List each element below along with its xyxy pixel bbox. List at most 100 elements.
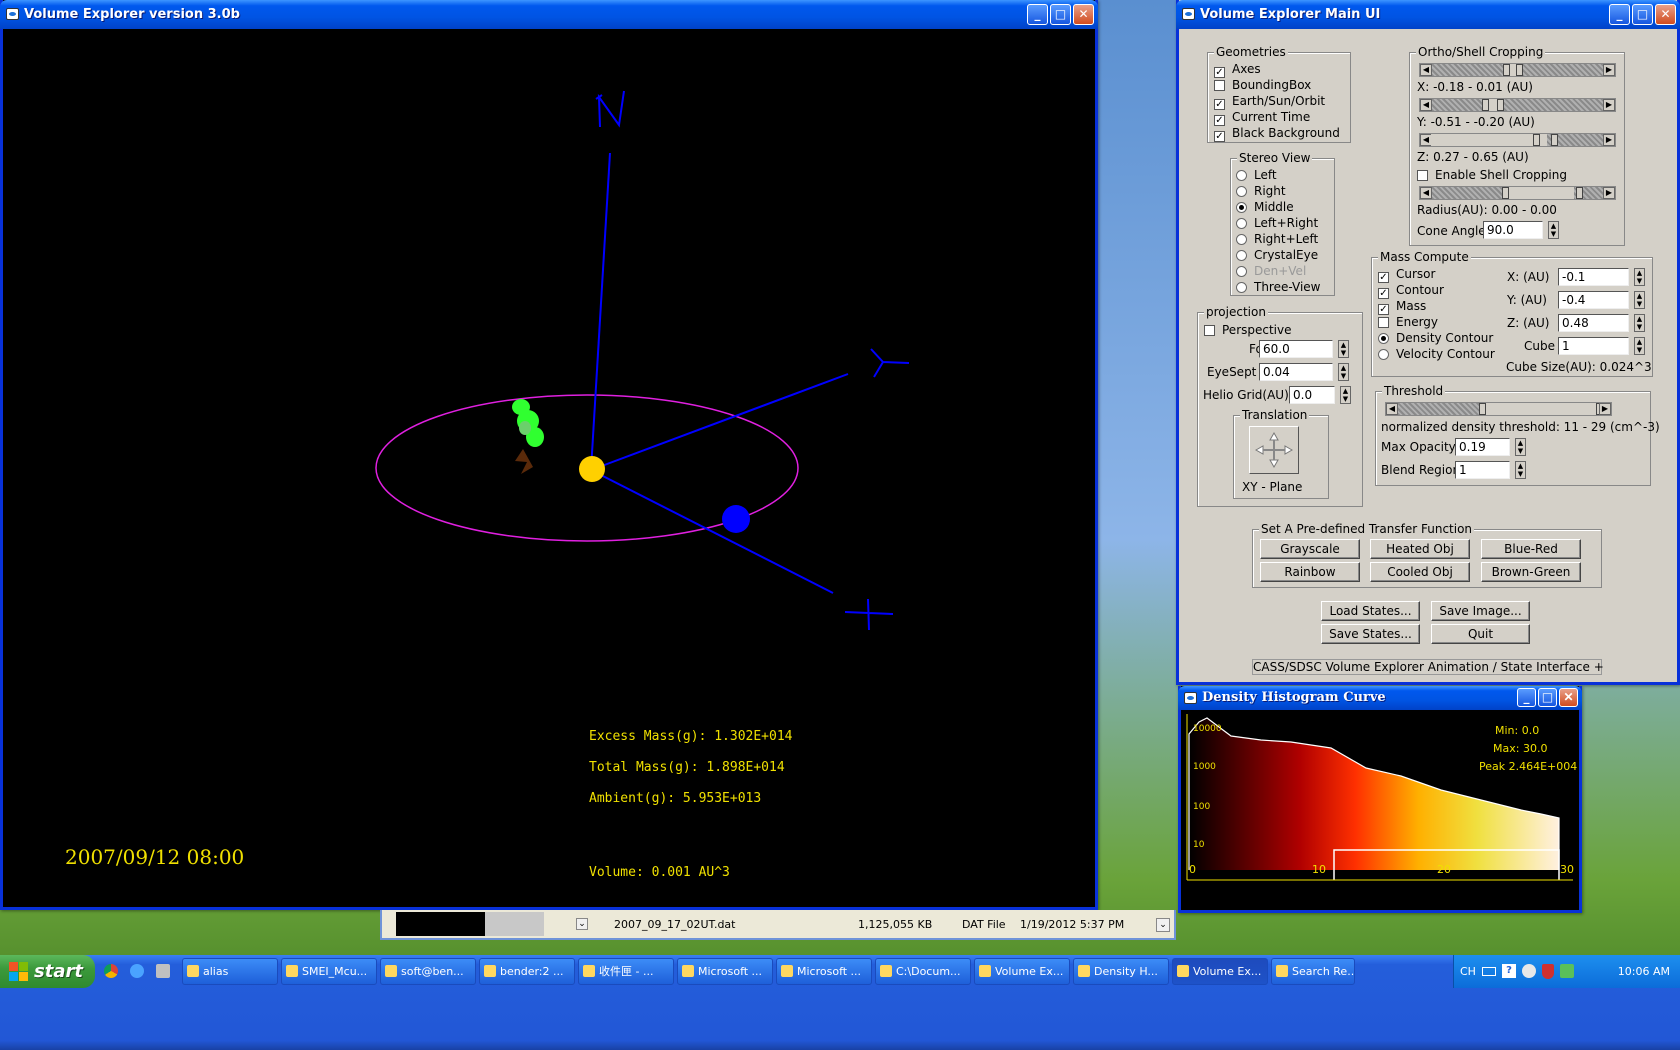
rainbow-button[interactable]: Rainbow: [1260, 562, 1360, 582]
contour-checkbox[interactable]: ✓ Contour: [1378, 283, 1444, 299]
task-button[interactable]: bender:2 ...: [479, 958, 575, 985]
heated-obj-button[interactable]: Heated Obj: [1370, 539, 1470, 559]
cone-angle-input[interactable]: 90.0: [1483, 221, 1543, 239]
enable-shell-cropping-checkbox[interactable]: Enable Shell Cropping: [1417, 168, 1567, 182]
task-button[interactable]: Density H...: [1073, 958, 1169, 985]
save-image-button[interactable]: Save Image...: [1431, 601, 1530, 621]
x-coord-spinner[interactable]: ▲ ▼: [1634, 268, 1645, 286]
density-contour-radio[interactable]: Density Contour: [1378, 331, 1493, 345]
y-coord-input[interactable]: -0.4: [1558, 291, 1629, 309]
task-button[interactable]: soft@ben...: [380, 958, 476, 985]
file-name[interactable]: 2007_09_17_02UT.dat: [614, 918, 735, 931]
tray-app-icon[interactable]: [1522, 964, 1536, 978]
file-size: 1,125,055 KB: [858, 918, 933, 931]
clock[interactable]: 10:06 AM: [1618, 955, 1670, 988]
ambient-readout: Ambient(g): 5.953E+013: [589, 791, 762, 806]
perspective-checkbox[interactable]: Perspective: [1204, 323, 1292, 337]
task-button[interactable]: SMEI_Mcu...: [281, 958, 377, 985]
maximize-button[interactable]: □: [1050, 4, 1071, 25]
black-background-checkbox[interactable]: ✓ Black Background: [1214, 126, 1340, 142]
language-indicator[interactable]: CH: [1460, 955, 1476, 988]
task-button[interactable]: Volume Ex...: [974, 958, 1070, 985]
eyesept-spinner[interactable]: ▲ ▼: [1338, 363, 1349, 381]
task-button[interactable]: alias: [182, 958, 278, 985]
main-ui-titlebar[interactable]: Volume Explorer Main UI _ □ ✕: [1176, 0, 1680, 29]
render-canvas[interactable]: Excess Mass(g): 1.302E+014 Total Mass(g)…: [3, 29, 1095, 907]
threshold-slider[interactable]: ◀ ▶: [1385, 402, 1612, 416]
histogram-titlebar[interactable]: Density Histogram Curve _ □ ✕: [1178, 686, 1582, 710]
blend-region-input[interactable]: 1: [1455, 461, 1510, 479]
energy-checkbox[interactable]: Energy: [1378, 315, 1438, 329]
close-button[interactable]: ✕: [1073, 4, 1094, 25]
stereo-three-view-radio[interactable]: Three-View: [1236, 280, 1320, 294]
stereo-left-radio[interactable]: Left: [1236, 168, 1277, 182]
radius-slider[interactable]: ◀ ▶: [1419, 186, 1616, 200]
scroll-down-button[interactable]: ⌄: [1156, 918, 1170, 932]
security-shield-icon[interactable]: [1542, 964, 1554, 979]
close-button[interactable]: ✕: [1559, 688, 1578, 707]
minimize-button[interactable]: _: [1517, 688, 1536, 707]
help-icon[interactable]: ?: [1502, 964, 1516, 978]
x-range-slider[interactable]: ◀ ▶: [1419, 63, 1616, 77]
helio-grid-input[interactable]: 0.0: [1289, 386, 1335, 404]
cube-spinner[interactable]: ▲ ▼: [1634, 337, 1645, 355]
save-states-button[interactable]: Save States...: [1321, 624, 1420, 644]
z-range-slider[interactable]: ◀ ▶: [1419, 133, 1616, 147]
load-states-button[interactable]: Load States...: [1321, 601, 1420, 621]
quit-button[interactable]: Quit: [1431, 624, 1530, 644]
current-time-checkbox[interactable]: ✓ Current Time: [1214, 110, 1310, 126]
animation-interface-bar[interactable]: CASS/SDSC Volume Explorer Animation / St…: [1252, 659, 1604, 675]
start-button[interactable]: start: [0, 955, 95, 988]
brown-green-button[interactable]: Brown-Green: [1481, 562, 1581, 582]
stereo-crystaleye-radio[interactable]: CrystalEye: [1236, 248, 1318, 262]
row-chevron[interactable]: ⌄: [576, 918, 588, 930]
cube-input[interactable]: 1: [1558, 337, 1629, 355]
task-button[interactable]: C:\Docum...: [875, 958, 971, 985]
axes-checkbox[interactable]: ✓ Axes: [1214, 62, 1261, 78]
tool-quicklaunch-icon[interactable]: [156, 964, 170, 978]
keyboard-icon[interactable]: [1482, 967, 1496, 976]
stereo-right-left-radio[interactable]: Right+Left: [1236, 232, 1318, 246]
max-opacity-input[interactable]: 0.19: [1455, 438, 1510, 456]
minimize-button[interactable]: _: [1609, 4, 1630, 25]
chrome-quicklaunch-icon[interactable]: [104, 964, 118, 978]
blend-region-spinner[interactable]: ▲ ▼: [1515, 461, 1526, 479]
earth-sun-orbit-checkbox[interactable]: ✓ Earth/Sun/Orbit: [1214, 94, 1325, 110]
blue-red-button[interactable]: Blue-Red: [1481, 539, 1581, 559]
close-button[interactable]: ✕: [1655, 4, 1676, 25]
histogram-canvas[interactable]: 10000 1000 100 10 0 10 20 30 Min: 0.0 Ma…: [1181, 710, 1579, 910]
eyesept-input[interactable]: 0.04: [1259, 363, 1333, 381]
task-button[interactable]: Microsoft ...: [776, 958, 872, 985]
helio-grid-spinner[interactable]: ▲ ▼: [1340, 386, 1351, 404]
fov-input[interactable]: 60.0: [1259, 340, 1333, 358]
plane-label: XY - Plane: [1242, 480, 1303, 494]
max-opacity-spinner[interactable]: ▲ ▼: [1515, 438, 1526, 456]
y-range-slider[interactable]: ◀ ▶: [1419, 98, 1616, 112]
viewer-titlebar[interactable]: Volume Explorer version 3.0b _ □ ✕: [0, 0, 1098, 29]
stereo-right-radio[interactable]: Right: [1236, 184, 1286, 198]
boundingbox-checkbox[interactable]: BoundingBox: [1214, 78, 1311, 92]
network-icon[interactable]: [1560, 964, 1574, 978]
stereo-middle-radio[interactable]: Middle: [1236, 200, 1294, 214]
maximize-button[interactable]: □: [1538, 688, 1557, 707]
x-coord-input[interactable]: -0.1: [1558, 268, 1629, 286]
z-coord-spinner[interactable]: ▲ ▼: [1634, 314, 1645, 332]
translation-pad[interactable]: [1249, 426, 1299, 474]
cooled-obj-button[interactable]: Cooled Obj: [1370, 562, 1470, 582]
task-button[interactable]: 收件匣 - ...: [578, 958, 674, 985]
cone-angle-spinner[interactable]: ▲ ▼: [1548, 221, 1559, 239]
task-button-active[interactable]: Volume Ex...: [1172, 958, 1268, 985]
maximize-button[interactable]: □: [1632, 4, 1653, 25]
y-coord-spinner[interactable]: ▲ ▼: [1634, 291, 1645, 309]
cursor-checkbox[interactable]: ✓ Cursor: [1378, 267, 1435, 283]
fov-spinner[interactable]: ▲ ▼: [1338, 340, 1349, 358]
task-button[interactable]: Microsoft ...: [677, 958, 773, 985]
z-coord-input[interactable]: 0.48: [1558, 314, 1629, 332]
velocity-contour-radio[interactable]: Velocity Contour: [1378, 347, 1495, 361]
mass-checkbox[interactable]: ✓ Mass: [1378, 299, 1426, 315]
task-button[interactable]: Search Re...: [1271, 958, 1355, 985]
browser-quicklaunch-icon[interactable]: [130, 964, 144, 978]
grayscale-button[interactable]: Grayscale: [1260, 539, 1360, 559]
stereo-left-right-radio[interactable]: Left+Right: [1236, 216, 1318, 230]
minimize-button[interactable]: _: [1027, 4, 1048, 25]
